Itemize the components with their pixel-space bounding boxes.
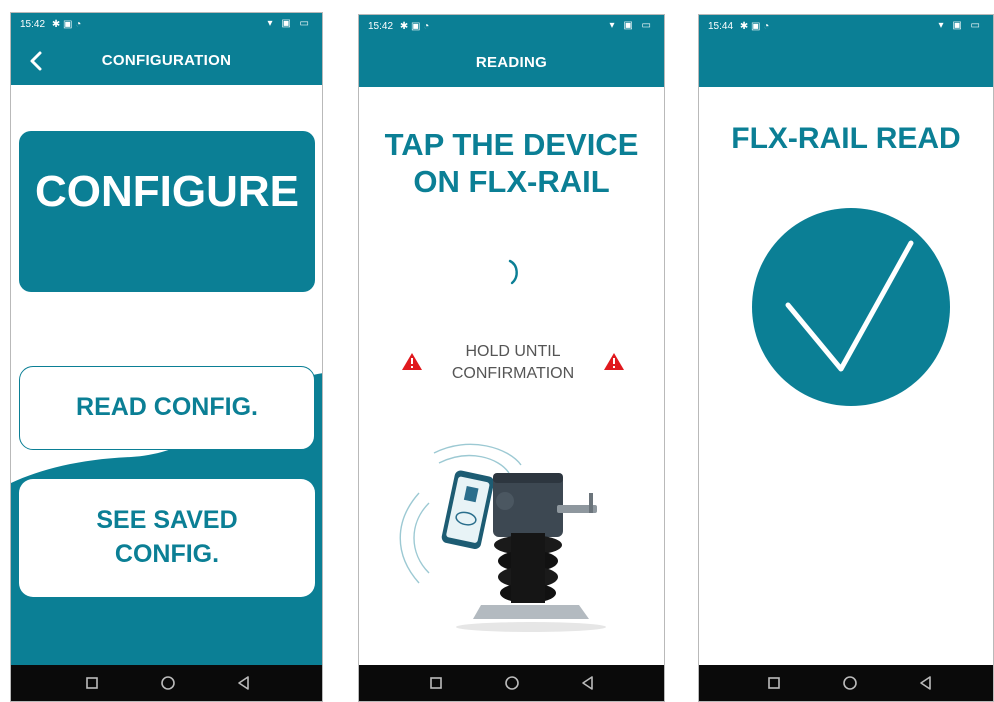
circle-nav-icon[interactable] xyxy=(157,673,179,693)
square-nav-icon[interactable] xyxy=(81,673,103,693)
triangle-nav-icon[interactable] xyxy=(915,673,937,693)
instruction-heading-text: TAP THE DEVICE ON FLX-RAIL xyxy=(384,127,639,199)
status-right-icons: ▾ ▣ ▭ xyxy=(267,18,312,29)
status-bar: 15:44 ✱ ▣ ◔ ▾ ▣ ▭ xyxy=(699,15,993,39)
app-bar: READING xyxy=(359,39,664,87)
status-time: 15:44 xyxy=(708,21,734,32)
reading-screen: 15:42 ✱ ▣ ◔ ▾ ▣ ▭ READING TAP THE DEVICE… xyxy=(358,14,665,702)
instruction-heading: TAP THE DEVICE ON FLX-RAIL xyxy=(359,127,664,200)
see-saved-config-button[interactable]: SEE SAVED CONFIG. xyxy=(19,479,315,597)
configuration-screen: 15:42 ✱ ▣ ◔ ▾ ▣ ▭ CONFIGURATION CONFIGUR… xyxy=(10,12,323,702)
app-bar: CONFIGURATION xyxy=(11,37,322,85)
navigation-bar xyxy=(11,665,322,701)
checkmark-icon xyxy=(752,208,950,406)
status-bar: 15:42 ✱ ▣ ◔ ▾ ▣ ▭ xyxy=(359,15,664,39)
page-title: READING xyxy=(475,54,548,71)
navigation-bar xyxy=(699,665,993,701)
nfc-phone-icon xyxy=(441,470,495,550)
status-bar: 15:42 ✱ ▣ ◔ ▾ ▣ ▭ xyxy=(11,13,322,37)
read-config-button[interactable]: READ CONFIG. xyxy=(19,366,315,450)
status-left-icons: ✱ ▣ ◔ xyxy=(51,19,82,30)
status-time: 15:42 xyxy=(368,21,394,32)
status-left-icons: ✱ ▣ ◔ xyxy=(399,21,430,32)
status-left-icons: ✱ ▣ ◔ xyxy=(739,21,770,32)
warning-icon xyxy=(402,353,422,370)
app-bar xyxy=(699,39,993,87)
circle-nav-icon[interactable] xyxy=(839,673,861,693)
hold-instruction-text: HOLD UNTIL CONFIRMATION xyxy=(451,343,575,382)
triangle-nav-icon[interactable] xyxy=(233,673,255,693)
page-title: CONFIGURATION xyxy=(101,52,232,69)
status-right-icons: ▾ ▣ ▭ xyxy=(938,20,983,31)
square-nav-icon[interactable] xyxy=(425,673,447,693)
configure-button[interactable]: CONFIGURE xyxy=(19,131,315,292)
navigation-bar xyxy=(359,665,664,701)
see-saved-config-label: SEE SAVED CONFIG. xyxy=(96,506,238,568)
circle-nav-icon[interactable] xyxy=(501,673,523,693)
hold-instruction: HOLD UNTIL CONFIRMATION xyxy=(423,341,603,384)
read-confirmed-screen: 15:44 ✱ ▣ ◔ ▾ ▣ ▭ FLX-RAIL READ xyxy=(698,14,994,702)
status-time: 15:42 xyxy=(20,19,46,30)
status-right-icons: ▾ ▣ ▭ xyxy=(609,20,654,31)
confirmation-heading: FLX-RAIL READ xyxy=(731,122,961,155)
warning-icon xyxy=(604,353,624,370)
nfc-phone-device-illustration xyxy=(399,443,606,632)
square-nav-icon[interactable] xyxy=(763,673,785,693)
spinner-icon xyxy=(508,259,518,285)
triangle-nav-icon[interactable] xyxy=(577,673,599,693)
